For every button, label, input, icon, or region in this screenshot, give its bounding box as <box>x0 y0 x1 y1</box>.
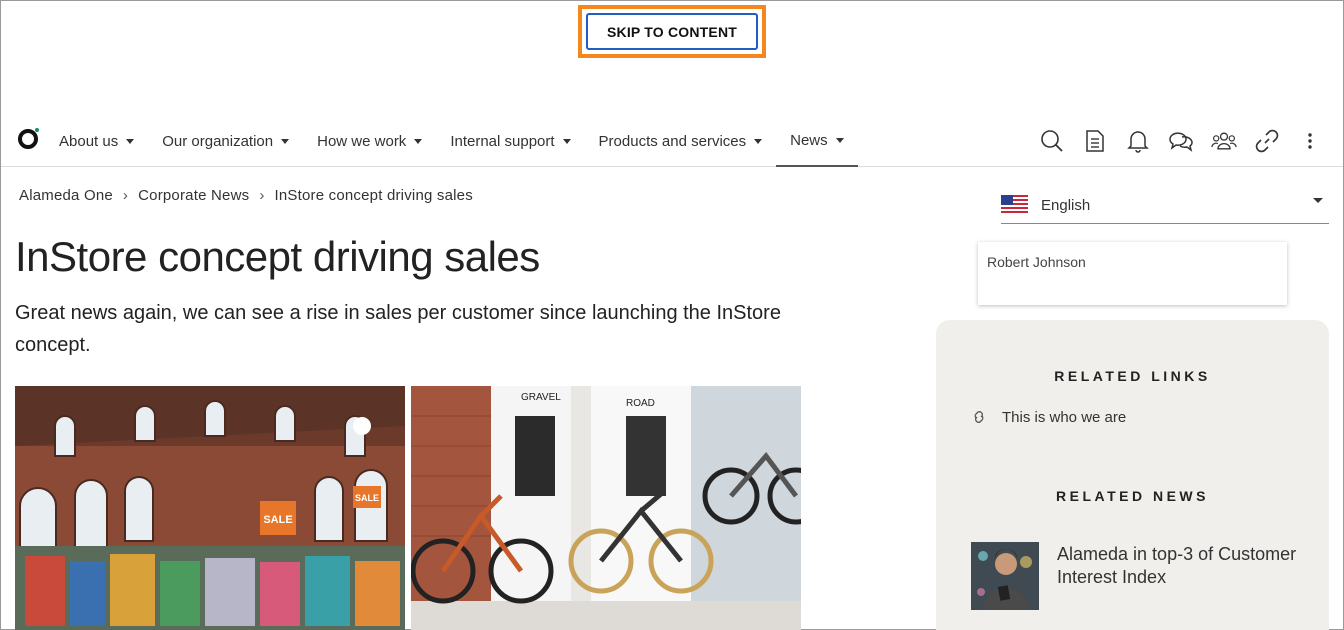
search-icon[interactable] <box>1039 128 1065 154</box>
language-label: English <box>1041 196 1091 214</box>
us-flag-icon <box>1001 195 1028 215</box>
article-lead: Great news again, we can see a rise in s… <box>15 302 781 356</box>
related-link-item[interactable]: This is who we are <box>970 408 1126 426</box>
nav-item-our-organization[interactable]: Our organization <box>148 115 303 167</box>
breadcrumb-item-current: InStore concept driving sales <box>274 187 473 204</box>
nav-item-label: How we work <box>317 132 407 150</box>
nav-item-news[interactable]: News <box>776 115 858 167</box>
nav-item-label: Internal support <box>450 132 555 150</box>
related-links-heading: RELATED LINKS <box>1054 368 1211 384</box>
more-icon[interactable] <box>1297 128 1323 154</box>
road-sign-text: ROAD <box>626 398 655 409</box>
page-title: InStore concept driving sales <box>15 233 540 280</box>
author-name: Robert Johnson <box>987 254 1086 270</box>
sale-sign-text: SALE <box>263 514 292 526</box>
breadcrumb-separator: › <box>259 187 265 204</box>
nav-item-about-us[interactable]: About us <box>45 115 148 167</box>
nav-item-products-and-services[interactable]: Products and services <box>585 115 777 167</box>
link-icon[interactable] <box>1254 128 1280 154</box>
breadcrumb: Alameda One › Corporate News › InStore c… <box>19 187 473 204</box>
sale-sign-text: SALE <box>355 493 379 503</box>
nav-item-label: About us <box>59 132 119 150</box>
skip-to-content-button[interactable]: SKIP TO CONTENT <box>586 13 758 50</box>
skip-link-focus-ring: SKIP TO CONTENT <box>578 5 766 58</box>
caret-down-icon <box>754 138 763 144</box>
related-news-heading: RELATED NEWS <box>1056 488 1209 504</box>
bike-display-photo: GRAVEL ROAD <box>411 386 801 630</box>
nav-item-label: Our organization <box>162 132 274 150</box>
breadcrumb-item-corporate-news[interactable]: Corporate News <box>138 187 249 204</box>
nav-item-label: News <box>790 131 828 149</box>
nav-item-how-we-work[interactable]: How we work <box>303 115 436 167</box>
caret-down-icon <box>126 138 135 144</box>
related-panel: RELATED LINKS This is who we are RELATED… <box>936 320 1329 630</box>
document-icon[interactable] <box>1082 128 1108 154</box>
caret-down-icon <box>835 137 844 143</box>
breadcrumb-item-home[interactable]: Alameda One <box>19 187 113 204</box>
caret-down-icon <box>414 138 423 144</box>
language-selector[interactable]: English <box>1001 187 1329 224</box>
caret-down-icon <box>562 138 571 144</box>
nav-item-label: Products and services <box>598 132 747 150</box>
store-interior-photo: SALE SALE <box>15 386 405 630</box>
nav-item-internal-support[interactable]: Internal support <box>436 115 584 167</box>
related-news-title: Alameda in top-3 of Customer Interest In… <box>1057 544 1297 587</box>
author-card: Robert Johnson <box>978 242 1287 305</box>
chat-icon[interactable] <box>1168 128 1194 154</box>
gravel-sign-text: GRAVEL <box>521 392 561 403</box>
main-navigation: About us Our organization How we work In… <box>1 115 1343 167</box>
caret-down-icon <box>1313 198 1323 203</box>
logo-icon[interactable] <box>18 127 40 149</box>
caret-down-icon <box>281 138 290 144</box>
bell-icon[interactable] <box>1125 128 1151 154</box>
related-news-item[interactable]: Alameda in top-3 of Customer Interest In… <box>971 542 1297 610</box>
breadcrumb-separator: › <box>122 187 129 204</box>
link-icon <box>974 411 984 423</box>
people-icon[interactable] <box>1211 128 1237 154</box>
related-link-label: This is who we are <box>1002 408 1127 426</box>
news-thumbnail <box>971 542 1039 610</box>
